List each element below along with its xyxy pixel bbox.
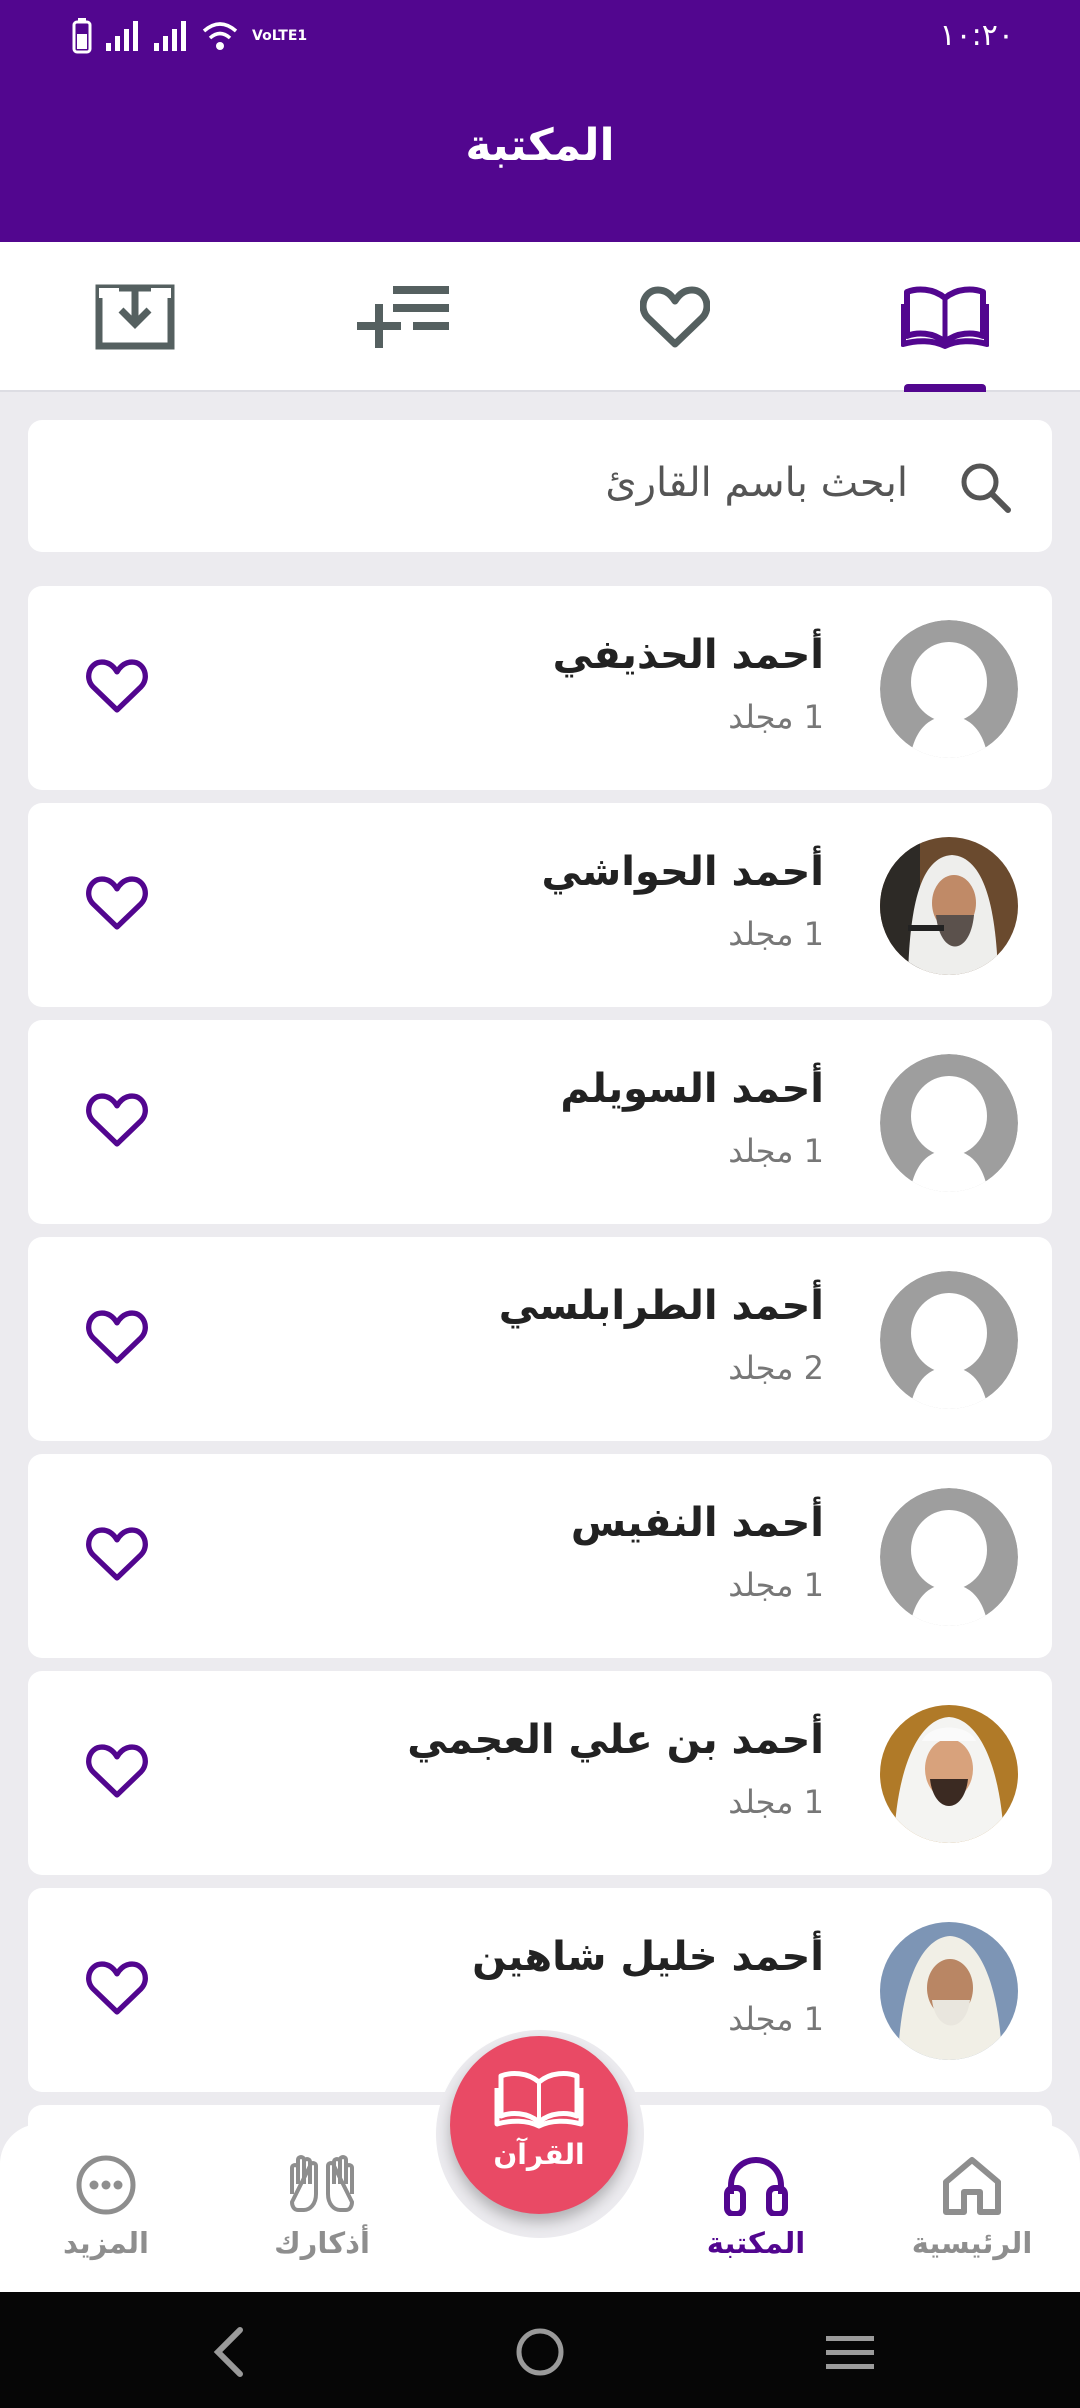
reciter-photo xyxy=(880,1705,1018,1843)
avatar xyxy=(880,1488,1018,1626)
reciter-name: أحمد النفيس xyxy=(570,1500,824,1546)
status-time: ١٠:٢٠ xyxy=(939,18,1014,53)
quran-button-label: القرآن xyxy=(493,2138,585,2171)
battery-icon xyxy=(72,18,92,54)
app-bar: VoLTE1 ١٠:٢٠ المكتبة xyxy=(0,0,1080,242)
avatar-placeholder-icon xyxy=(880,1054,1018,1192)
reciter-folder-count: 1 مجلد xyxy=(728,1783,824,1821)
favorite-heart-icon[interactable] xyxy=(86,1743,148,1799)
list-item[interactable]: أحمد السويلم 1 مجلد xyxy=(28,1020,1052,1224)
avatar xyxy=(880,1271,1018,1409)
status-bar: VoLTE1 ١٠:٢٠ xyxy=(0,0,1080,76)
avatar xyxy=(880,1705,1018,1843)
tab-library[interactable] xyxy=(810,242,1080,392)
active-tab-indicator xyxy=(904,384,986,392)
list-item[interactable]: أحمد الحذيفي 1 مجلد xyxy=(28,586,1052,790)
reciter-name: أحمد خليل شاهين xyxy=(472,1934,824,1980)
reciter-name: أحمد الحذيفي xyxy=(552,632,824,678)
nav-library[interactable]: المكتبة xyxy=(666,2154,846,2260)
favorite-heart-icon[interactable] xyxy=(86,1960,148,2016)
reciter-name: أحمد الطرابلسي xyxy=(498,1283,824,1329)
back-icon[interactable] xyxy=(208,2326,248,2378)
reciter-folder-count: 1 مجلد xyxy=(728,1132,824,1170)
more-icon xyxy=(76,2155,136,2215)
recents-icon[interactable] xyxy=(824,2326,876,2378)
reciter-photo xyxy=(880,837,1018,975)
network-label: VoLTE1 xyxy=(252,28,308,44)
reciter-folder-count: 2 مجلد xyxy=(728,1349,824,1387)
home-circle-icon[interactable] xyxy=(514,2326,566,2378)
reciter-name: أحمد بن علي العجمي xyxy=(407,1717,824,1763)
tab-favorites[interactable] xyxy=(540,242,810,392)
quran-book-icon xyxy=(494,2071,584,2129)
favorite-heart-icon[interactable] xyxy=(86,1526,148,1582)
reciter-name: أحمد الحواشي xyxy=(541,849,824,895)
nav-more[interactable]: المزيد xyxy=(16,2154,196,2260)
avatar-placeholder-icon xyxy=(880,620,1018,758)
page-title: المكتبة xyxy=(465,120,615,171)
signal-icon xyxy=(154,21,186,51)
list-item[interactable]: أحمد الحواشي 1 مجلد xyxy=(28,803,1052,1007)
tab-playlists[interactable] xyxy=(270,242,540,392)
heart-icon xyxy=(640,286,710,348)
nav-home[interactable]: الرئيسية xyxy=(882,2154,1062,2260)
favorite-heart-icon[interactable] xyxy=(86,658,148,714)
download-icon xyxy=(95,284,175,350)
avatar-placeholder-icon xyxy=(880,1488,1018,1626)
tab-bar xyxy=(0,242,1080,392)
system-nav-bar xyxy=(0,2292,1080,2408)
signal-icon xyxy=(106,21,138,51)
avatar xyxy=(880,1054,1018,1192)
nav-library-label: المكتبة xyxy=(706,2226,806,2260)
nav-home-label: الرئيسية xyxy=(911,2226,1033,2260)
avatar xyxy=(880,1922,1018,2060)
search-field[interactable]: ابحث باسم القارئ xyxy=(28,420,1052,552)
favorite-heart-icon[interactable] xyxy=(86,1092,148,1148)
praying-hands-icon xyxy=(290,2155,354,2212)
reciter-folder-count: 1 مجلد xyxy=(728,698,824,736)
avatar-placeholder-icon xyxy=(880,1271,1018,1409)
nav-adhkar[interactable]: أذكارك xyxy=(232,2154,412,2260)
reciter-photo xyxy=(880,1922,1018,2060)
search-placeholder: ابحث باسم القارئ xyxy=(605,460,908,506)
quran-button[interactable]: القرآن xyxy=(450,2036,628,2214)
nav-adhkar-label: أذكارك xyxy=(274,2226,370,2260)
list-item[interactable]: أحمد بن علي العجمي 1 مجلد xyxy=(28,1671,1052,1875)
reciter-folder-count: 1 مجلد xyxy=(728,915,824,953)
favorite-heart-icon[interactable] xyxy=(86,1309,148,1365)
reciter-folder-count: 1 مجلد xyxy=(728,2000,824,2038)
avatar xyxy=(880,837,1018,975)
favorite-heart-icon[interactable] xyxy=(86,875,148,931)
open-book-icon xyxy=(901,286,989,349)
search-icon xyxy=(961,463,1011,513)
playlist-add-icon xyxy=(357,286,449,348)
nav-more-label: المزيد xyxy=(63,2226,149,2260)
home-icon xyxy=(943,2157,1001,2215)
avatar xyxy=(880,620,1018,758)
list-item[interactable]: أحمد الطرابلسي 2 مجلد xyxy=(28,1237,1052,1441)
tab-downloads[interactable] xyxy=(0,242,270,392)
list-item[interactable]: أحمد النفيس 1 مجلد xyxy=(28,1454,1052,1658)
headphones-icon xyxy=(724,2156,788,2217)
status-icons: VoLTE1 xyxy=(72,18,308,54)
reciter-name: أحمد السويلم xyxy=(560,1066,824,1112)
wifi-icon xyxy=(202,22,238,50)
reciter-folder-count: 1 مجلد xyxy=(728,1566,824,1604)
